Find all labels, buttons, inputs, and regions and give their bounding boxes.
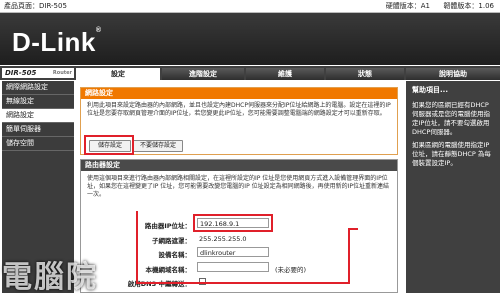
local-domain-input[interactable] <box>197 262 269 272</box>
annotation-arrow <box>136 211 138 283</box>
annotation-arrow <box>136 282 350 284</box>
sidebar-item-wireless[interactable]: 無線設定 <box>2 95 74 109</box>
header-banner: D-Link® <box>0 13 500 65</box>
domain-optional-note: (未必要的) <box>275 266 307 274</box>
subnet-mask-label: 子網路遮罩： <box>152 237 191 245</box>
product-page-label: 產品頁面：DIR-505 <box>4 2 67 10</box>
panel-description: 利用此項目來設定路由器的內部網路，並且也設定內建DHCP伺服器來分配IP位址給網… <box>87 102 391 117</box>
tab-setup[interactable]: 設定 <box>76 68 160 80</box>
annotation-arrow <box>348 228 358 230</box>
firmware-version: 韌體版本：1.06 <box>443 2 494 10</box>
help-title: 幫助項目... <box>412 86 448 94</box>
main-content: 網路設定 利用此項目來設定路由器的內部網路，並且也設定內建DHCP伺服器來分配I… <box>76 81 404 293</box>
device-name-label: 設備名稱： <box>158 251 192 259</box>
subnet-mask-value: 255.255.255.0 <box>199 235 247 243</box>
watermark: 電腦院 <box>2 260 98 295</box>
tab-advanced[interactable]: 進階設定 <box>162 68 244 80</box>
dont-save-button[interactable]: 不要儲存設定 <box>133 140 183 152</box>
model-label: DIR-505 Router <box>2 68 74 78</box>
sidebar-item-internet[interactable]: 網際網路設定 <box>2 81 74 95</box>
hardware-version: 硬體版本：A1 <box>385 2 430 10</box>
tab-help[interactable]: 說明協助 <box>406 68 500 80</box>
local-domain-label: 本機網域名稱： <box>145 266 192 274</box>
annotation-arrow <box>348 228 350 284</box>
highlight-box-save <box>84 135 134 155</box>
dlink-logo: D-Link® <box>12 27 102 57</box>
router-settings-panel: 路由器設定 使用這個項目來進行路由器內部網路相關設定，在這裡所設定的IP 位址是… <box>80 159 398 293</box>
highlight-box-ip <box>193 214 273 232</box>
help-text-1: 如果您的區網已經有DHCP伺服器或是您的電腦使用指定IP位址，請不要勾選啟用DH… <box>412 101 490 136</box>
device-name-input[interactable]: dlinkrouter <box>197 247 269 257</box>
panel-description: 使用這個項目來進行路由器內部網路相關設定，在這裡所設定的IP 位址是您使用網頁方… <box>87 175 389 198</box>
sidebar-item-media-server[interactable]: 簡單伺服器 <box>2 123 74 137</box>
nav-bar: DIR-505 Router 設定 進階設定 維護 狀態 說明協助 <box>0 66 500 80</box>
top-info-bar: 產品頁面：DIR-505 硬體版本：A1 韌體版本：1.06 <box>0 0 500 13</box>
sidebar-item-network[interactable]: 網路設定 <box>2 109 74 123</box>
router-ip-label: 路由器IP位址： <box>144 222 191 230</box>
network-settings-panel: 網路設定 利用此項目來設定路由器的內部網路，並且也設定內建DHCP伺服器來分配I… <box>80 87 398 155</box>
help-panel: 幫助項目... 如果您的區網已經有DHCP伺服器或是您的電腦使用指定IP位址，請… <box>406 81 500 293</box>
tab-maintenance[interactable]: 維護 <box>246 68 324 80</box>
panel-title: 路由器設定 <box>81 160 397 171</box>
tab-status[interactable]: 狀態 <box>326 68 404 80</box>
help-text-2: 如果區網的電腦使用指定IP位址，請在靜態DHCP 為每個裝置設定IP。 <box>412 141 491 167</box>
panel-title: 網路設定 <box>81 88 397 99</box>
sidebar-item-storage[interactable]: 儲存空間 <box>2 137 74 151</box>
